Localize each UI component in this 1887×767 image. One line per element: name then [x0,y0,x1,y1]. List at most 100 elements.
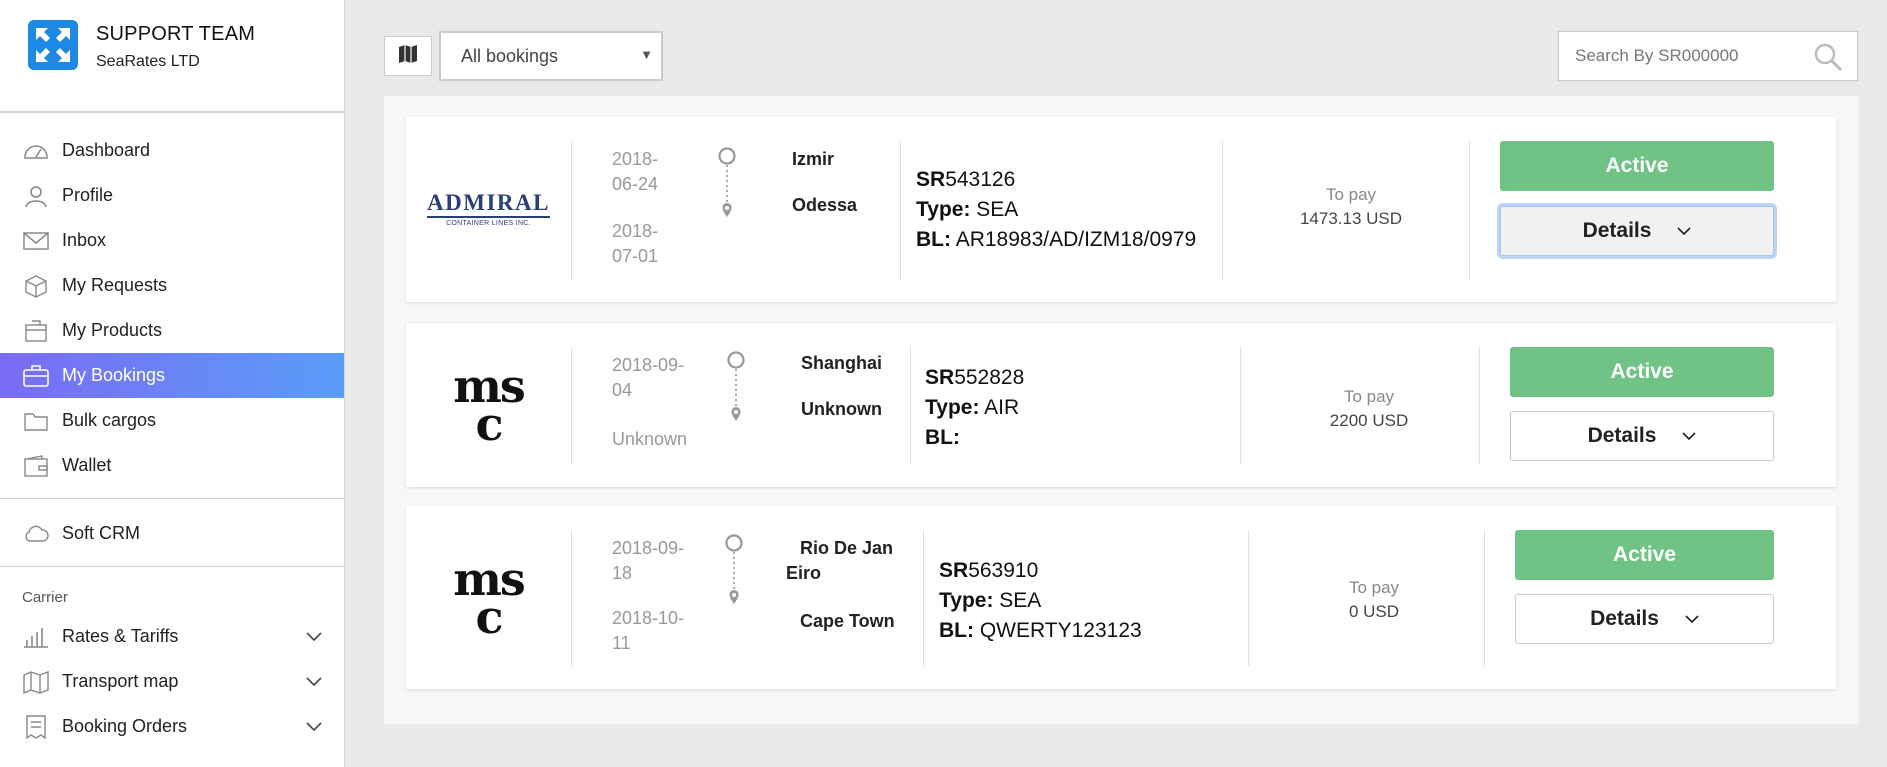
bl-value: QWERTY123123 [979,619,1142,642]
bookings-panel: ADMIRAL CONTAINER LINES INC. 2018- 06-24 … [384,96,1859,724]
cloud-icon [22,522,50,546]
details-label: Details [1582,219,1652,242]
carrier-section-title: Carrier [22,589,68,606]
carrier-nav: Rates & Tariffs Transport map Booking Or… [0,614,344,749]
nav-item-profile[interactable]: Profile [0,173,344,218]
type-label: Type: [916,198,971,221]
map-icon [398,44,418,69]
bl-label: BL: [916,228,951,251]
divider [1479,347,1480,465]
divider [571,530,572,666]
arrival-date: 2018-10- 11 [612,608,685,653]
details-label: Details [1587,424,1657,447]
sr-label: SR [925,366,955,389]
sr-label: SR [939,559,969,582]
booking-info: SR563910 Type: SEA BL: QWERTY123123 [939,556,1142,646]
sr-number: 563910 [968,559,1039,582]
filter-value: All bookings [461,45,559,66]
search-box [1558,31,1858,81]
bookings-filter-select[interactable]: All bookings ▼ [439,31,663,81]
chevron-down-icon[interactable] [306,626,322,647]
nav-label: My Bookings [62,365,166,385]
carrier-logo-admiral: ADMIRAL CONTAINER LINES INC. [406,117,571,302]
to-pay-label: To pay [1348,578,1400,597]
nav-item-soft-crm[interactable]: Soft CRM [0,511,344,556]
chevron-down-icon[interactable] [306,671,322,692]
details-button[interactable]: Details [1510,411,1774,461]
departure-date: 2018-09- 18 [612,538,685,583]
caret-down-icon: ▼ [640,47,653,62]
brand-header: SUPPORT TEAM SeaRates LTD [0,0,344,113]
payment-info: To pay 2200 USD [1254,385,1484,433]
bl-label: BL: [925,426,960,449]
origin-city: Izmir [792,149,835,169]
bl-value: AR18983/AD/IZM18/0979 [955,228,1197,251]
amount-value: 1473.13 USD [1299,209,1403,228]
chevron-down-icon[interactable] [306,716,322,737]
searates-logo-icon [28,20,78,70]
to-pay-label: To pay [1325,185,1377,204]
carrier-logo-subtext: CONTAINER LINES INC. [446,220,531,227]
to-pay-label: To pay [1343,387,1395,406]
details-button[interactable]: Details [1515,594,1774,644]
booking-card: ADMIRAL CONTAINER LINES INC. 2018- 06-24 … [406,117,1836,302]
arrival-date: 2018- 07-01 [612,221,659,266]
departure-date: 2018-09- 04 [612,355,685,400]
nav-label: My Products [62,320,163,340]
company-name: SeaRates LTD [96,53,200,70]
nav-item-my-bookings[interactable]: My Bookings [0,353,344,398]
dashboard-icon [22,139,50,163]
nav-item-rates-tariffs[interactable]: Rates & Tariffs [0,614,344,659]
details-label: Details [1590,607,1659,630]
type-value: SEA [976,198,1019,221]
carrier-logo-text: ADMIRAL [427,191,550,218]
divider [571,141,572,281]
route-line-icon [724,534,744,619]
user-icon [22,184,50,208]
nav-label: Booking Orders [62,716,188,736]
status-active-button[interactable]: Active [1500,141,1774,191]
bl-label: BL: [939,619,974,642]
route-line-icon [726,351,746,436]
nav-label: My Requests [62,275,168,295]
destination-city: Cape Town [800,611,895,631]
chevron-down-icon [1677,226,1692,236]
nav-item-transport-map[interactable]: Transport map [0,659,344,704]
payment-info: To pay 0 USD [1259,576,1489,624]
nav-divider [0,498,344,499]
sr-label: SR [916,168,946,191]
amount-value: 0 USD [1348,602,1400,621]
search-input[interactable] [1575,46,1805,66]
nav-item-dashboard[interactable]: Dashboard [0,128,344,173]
divider [1222,141,1223,281]
receipt-icon [22,714,50,739]
nav-item-my-products[interactable]: My Products [0,308,344,353]
carrier-logo-msc: msc [406,323,571,487]
nav-item-bulk-cargos[interactable]: Bulk cargos [0,398,344,443]
destination-city: Unknown [801,399,882,419]
divider [910,347,911,465]
nav-label: Bulk cargos [62,410,157,430]
payment-info: To pay 1473.13 USD [1236,183,1466,231]
amount-value: 2200 USD [1329,411,1409,430]
details-button[interactable]: Details [1500,206,1774,256]
status-active-button[interactable]: Active [1510,347,1774,397]
folder-icon [22,409,50,433]
bar-chart-icon [22,625,50,649]
search-icon[interactable] [1813,42,1843,77]
nav-item-booking-orders[interactable]: Booking Orders [0,704,344,749]
nav-item-inbox[interactable]: Inbox [0,218,344,263]
map-view-button[interactable] [384,36,432,76]
divider [923,530,924,666]
chevron-down-icon [1682,431,1697,441]
booking-info: SR552828 Type: AIR BL: [925,363,1024,453]
nav-label: Rates & Tariffs [62,626,179,646]
destination-city: Odessa [792,195,858,215]
type-value: SEA [999,589,1042,612]
nav-label: Dashboard [62,140,151,160]
status-active-button[interactable]: Active [1515,530,1774,580]
nav-item-wallet[interactable]: Wallet [0,443,344,488]
divider [1484,530,1485,666]
nav-item-my-requests[interactable]: My Requests [0,263,344,308]
divider [1248,530,1249,666]
